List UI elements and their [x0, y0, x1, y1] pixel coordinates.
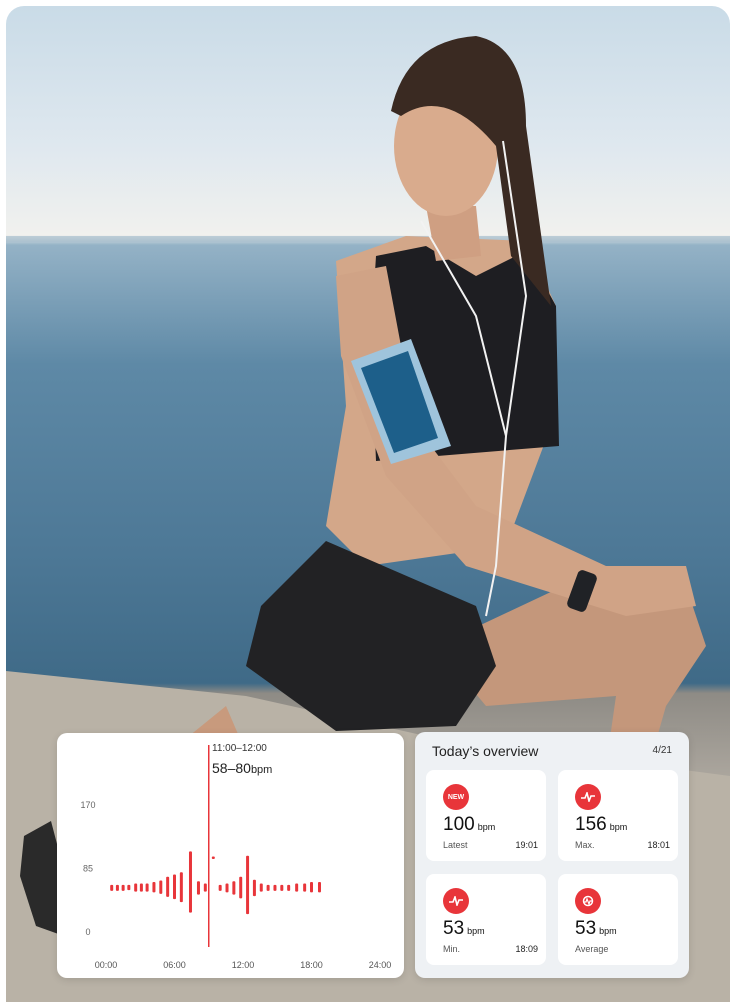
x-tick-label: 24:00 — [369, 960, 392, 970]
y-tick-label: 170 — [80, 800, 95, 810]
heart-pulse-icon — [443, 888, 469, 914]
max-value: 156 bpm — [575, 814, 628, 835]
heart-rate-bar[interactable] — [159, 880, 163, 894]
heart-rate-bar[interactable] — [173, 874, 176, 900]
min-time: 18:09 — [515, 944, 538, 954]
min-value: 53 bpm — [443, 918, 485, 939]
heart-rate-bar[interactable] — [145, 883, 149, 892]
heart-rate-bar[interactable] — [218, 884, 222, 891]
heart-rate-bar[interactable] — [127, 884, 131, 891]
tooltip-range-unit: bpm — [250, 764, 273, 776]
heart-rate-bar[interactable] — [252, 879, 256, 897]
x-tick-label: 18:00 — [300, 960, 323, 970]
heart-rate-bar[interactable] — [266, 884, 270, 891]
heart-rate-bar[interactable] — [110, 884, 114, 891]
heart-rate-bar[interactable] — [196, 881, 200, 895]
max-time: 18:01 — [647, 840, 670, 850]
heart-rate-bar[interactable] — [273, 884, 277, 891]
y-tick-label: 0 — [85, 927, 90, 937]
heart-rate-bar[interactable] — [203, 883, 207, 892]
min-label: Min. — [443, 944, 461, 954]
heart-rate-bar[interactable] — [115, 884, 119, 891]
heart-rate-bar[interactable] — [239, 876, 243, 899]
overview-title: Today’s overview — [432, 743, 539, 759]
heart-rate-bar[interactable] — [246, 855, 250, 915]
average-icon — [575, 888, 601, 914]
latest-label: Latest — [443, 840, 468, 850]
heart-rate-bar[interactable] — [121, 884, 125, 891]
x-tick-label: 06:00 — [163, 960, 186, 970]
todays-overview-card: Today’s overview 4/21 NEW 100 bpm Latest … — [415, 732, 689, 978]
latest-tile[interactable]: NEW 100 bpm Latest 19:01 — [426, 770, 546, 861]
new-badge-icon: NEW — [443, 784, 469, 810]
latest-value: 100 bpm — [443, 814, 496, 835]
heart-rate-bar[interactable] — [166, 876, 170, 897]
heart-rate-bar[interactable] — [287, 884, 291, 891]
heart-rate-bar[interactable] — [225, 883, 229, 893]
heart-rate-bar[interactable] — [317, 881, 321, 893]
tooltip-time: 11:00–12:00 — [212, 743, 267, 754]
heart-rate-bar[interactable] — [280, 884, 284, 891]
x-tick-label: 12:00 — [232, 960, 255, 970]
heart-rate-bar[interactable] — [152, 881, 156, 893]
average-value: 53 bpm — [575, 918, 617, 939]
heart-rate-chart-card[interactable]: 170 85 0 00:00 06:00 12:00 18:00 24:00 11:00–1… — [57, 733, 404, 978]
latest-time: 19:01 — [515, 840, 538, 850]
heart-rate-bar[interactable] — [179, 872, 183, 903]
average-label: Average — [575, 944, 609, 954]
heart-rate-bar[interactable] — [139, 883, 143, 892]
heart-rate-bar[interactable] — [232, 881, 236, 895]
heart-rate-bar[interactable] — [259, 883, 263, 892]
overview-date: 4/21 — [652, 745, 672, 756]
heart-rate-bar[interactable] — [188, 851, 192, 913]
heart-rate-bar[interactable] — [295, 883, 299, 892]
x-tick-label: 00:00 — [95, 960, 118, 970]
heart-pulse-icon — [575, 784, 601, 810]
heart-rate-bar[interactable] — [134, 883, 138, 892]
max-label: Max. — [575, 840, 595, 850]
y-tick-label: 85 — [83, 864, 93, 874]
tooltip-range-value: 58–80 — [212, 760, 251, 776]
average-tile[interactable]: 53 bpm Average — [558, 874, 678, 965]
new-badge-text: NEW — [447, 793, 465, 801]
max-tile[interactable]: 156 bpm Max. 18:01 — [558, 770, 678, 861]
heart-rate-bar[interactable] — [310, 881, 313, 893]
heart-rate-bar[interactable] — [303, 883, 307, 892]
min-tile[interactable]: 53 bpm Min. 18:09 — [426, 874, 546, 965]
heart-rate-bar[interactable] — [211, 856, 215, 860]
tooltip-range: 58–80bpm — [212, 760, 272, 776]
